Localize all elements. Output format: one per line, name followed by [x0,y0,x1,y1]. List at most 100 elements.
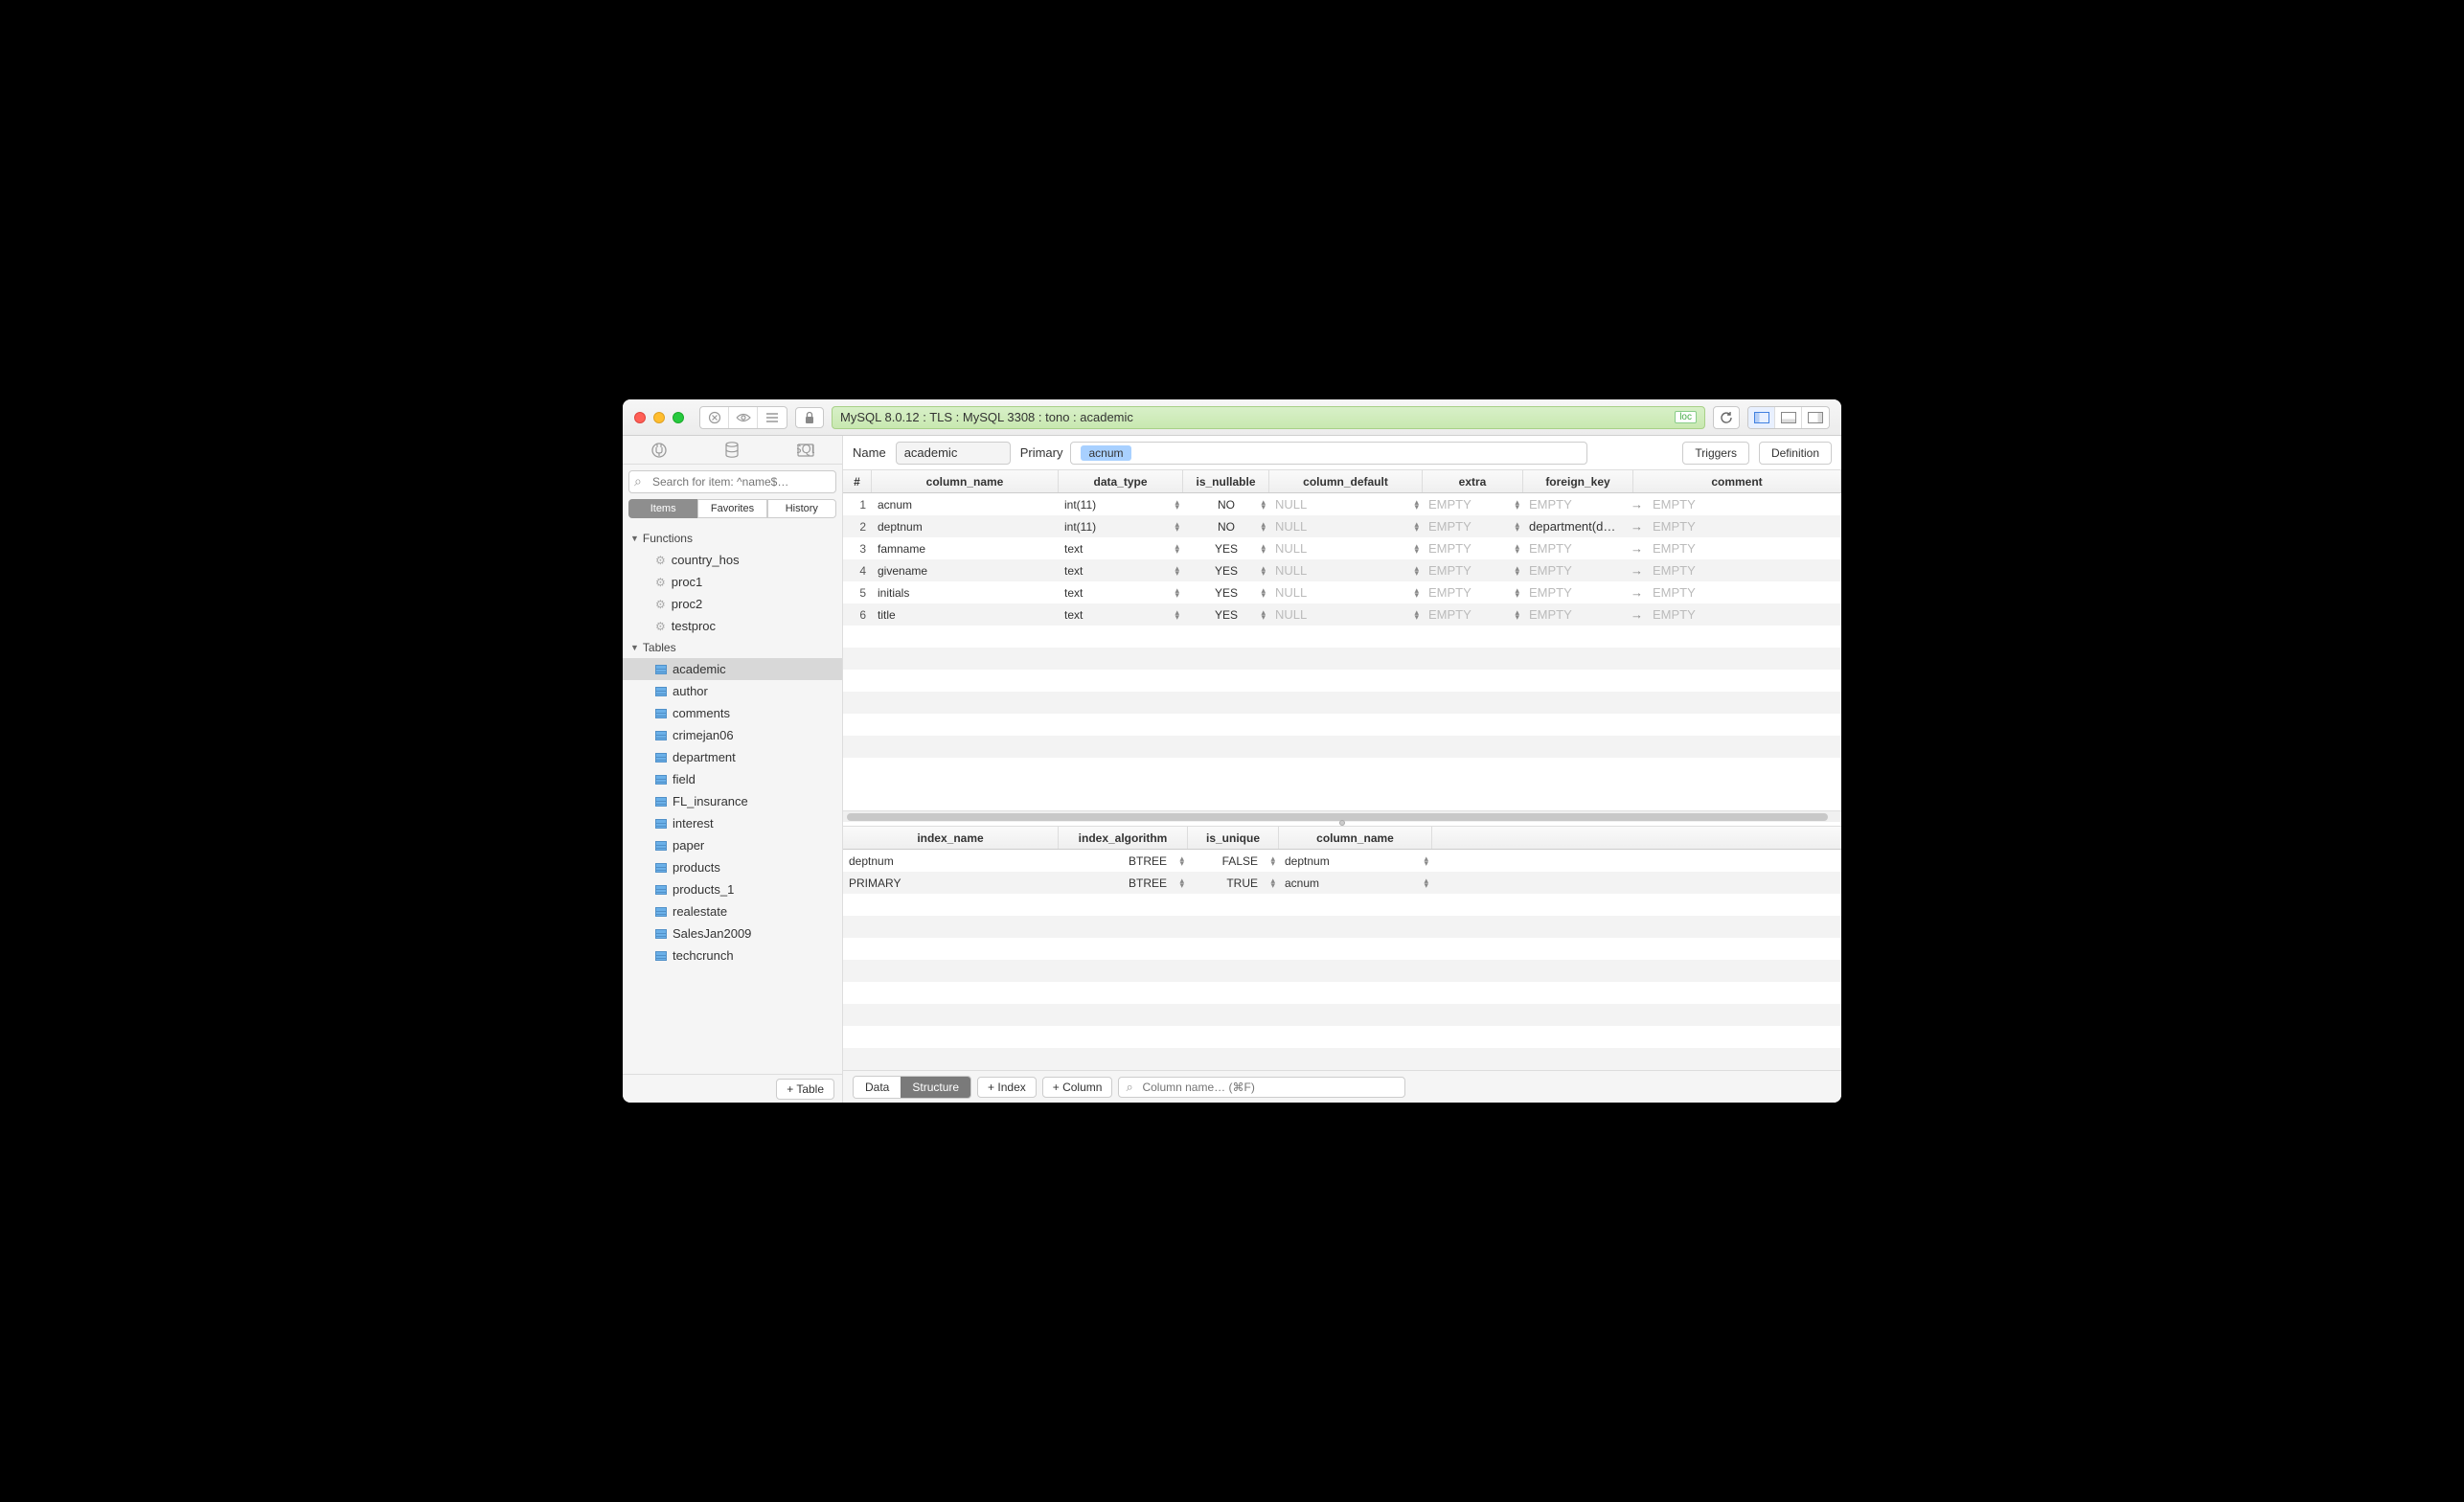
col-index-column[interactable]: column_name [1279,827,1432,849]
cell-default[interactable]: NULL▴▾ [1269,603,1423,626]
cell-column-name[interactable]: givename [872,559,1059,581]
col-comment[interactable]: comment [1633,470,1841,492]
tree-group[interactable]: Functions [623,528,842,549]
index-row[interactable]: PRIMARYBTREE▴▾TRUE▴▾acnum▴▾ [843,872,1841,894]
cell-comment[interactable]: EMPTY [1633,537,1841,559]
cell-column-name[interactable]: acnum [872,493,1059,515]
tree-item[interactable]: field [623,768,842,790]
cell-comment[interactable]: EMPTY [1633,603,1841,626]
cell-foreign-key[interactable]: EMPTY→ [1523,559,1633,581]
cell-is-unique[interactable]: TRUE▴▾ [1188,872,1279,894]
index-row[interactable]: deptnumBTREE▴▾FALSE▴▾deptnum▴▾ [843,850,1841,872]
cell-column-name[interactable]: deptnum [872,515,1059,537]
cell-data-type[interactable]: text▴▾ [1059,603,1183,626]
cell-default[interactable]: NULL▴▾ [1269,559,1423,581]
tree-item[interactable]: department [623,746,842,768]
cell-extra[interactable]: EMPTY▴▾ [1423,515,1523,537]
cell-nullable[interactable]: YES▴▾ [1183,559,1269,581]
cell-extra[interactable]: EMPTY▴▾ [1423,581,1523,603]
cell-default[interactable]: NULL▴▾ [1269,493,1423,515]
cell-data-type[interactable]: int(11)▴▾ [1059,493,1183,515]
column-search-input[interactable] [1118,1077,1405,1098]
tree-item[interactable]: testproc [623,615,842,637]
column-row[interactable]: 6titletext▴▾YES▴▾NULL▴▾EMPTY▴▾EMPTY→EMPT… [843,603,1841,626]
list-icon[interactable] [758,407,787,428]
cell-nullable[interactable]: YES▴▾ [1183,603,1269,626]
tree-item[interactable]: interest [623,812,842,834]
table-name-field[interactable]: academic [896,442,1011,465]
cell-extra[interactable]: EMPTY▴▾ [1423,493,1523,515]
add-index-button[interactable]: + Index [977,1077,1037,1098]
cell-extra[interactable]: EMPTY▴▾ [1423,559,1523,581]
col-index-name[interactable]: index_name [843,827,1059,849]
cell-data-type[interactable]: text▴▾ [1059,537,1183,559]
add-table-button[interactable]: + Table [776,1079,834,1100]
cell-is-unique[interactable]: FALSE▴▾ [1188,850,1279,872]
zoom-window-button[interactable] [673,412,684,423]
eye-icon[interactable] [729,407,758,428]
col-column-default[interactable]: column_default [1269,470,1423,492]
tree-item[interactable]: SalesJan2009 [623,922,842,944]
col-is-nullable[interactable]: is_nullable [1183,470,1269,492]
cell-index-column[interactable]: acnum▴▾ [1279,872,1432,894]
filter-items[interactable]: Items [628,499,697,518]
cell-data-type[interactable]: int(11)▴▾ [1059,515,1183,537]
cell-extra[interactable]: EMPTY▴▾ [1423,537,1523,559]
tree-item[interactable]: academic [623,658,842,680]
cell-nullable[interactable]: NO▴▾ [1183,515,1269,537]
tree-item[interactable]: realestate [623,900,842,922]
col-is-unique[interactable]: is_unique [1188,827,1279,849]
column-row[interactable]: 4givenametext▴▾YES▴▾NULL▴▾EMPTY▴▾EMPTY→E… [843,559,1841,581]
tab-structure[interactable]: Structure [901,1077,970,1098]
column-row[interactable]: 2deptnumint(11)▴▾NO▴▾NULL▴▾EMPTY▴▾depart… [843,515,1841,537]
primary-key-field[interactable]: acnum [1070,442,1587,465]
col-hash[interactable]: # [843,470,872,492]
triggers-button[interactable]: Triggers [1682,442,1749,465]
cell-comment[interactable]: EMPTY [1633,559,1841,581]
cell-default[interactable]: NULL▴▾ [1269,515,1423,537]
tab-data[interactable]: Data [854,1077,901,1098]
col-column-name[interactable]: column_name [872,470,1059,492]
cell-nullable[interactable]: YES▴▾ [1183,581,1269,603]
cell-data-type[interactable]: text▴▾ [1059,559,1183,581]
tree-item[interactable]: techcrunch [623,944,842,967]
cell-column-name[interactable]: famname [872,537,1059,559]
refresh-button[interactable] [1713,406,1740,429]
col-index-algorithm[interactable]: index_algorithm [1059,827,1188,849]
sidebar-search-input[interactable] [628,470,836,493]
tree-item[interactable]: comments [623,702,842,724]
cell-column-name[interactable]: title [872,603,1059,626]
plug-icon[interactable] [648,439,671,462]
tree-item[interactable]: products_1 [623,878,842,900]
tree-item[interactable]: country_hos [623,549,842,571]
minimize-window-button[interactable] [653,412,665,423]
filter-history[interactable]: History [767,499,836,518]
cell-index-name[interactable]: deptnum [843,850,1059,872]
column-row[interactable]: 1acnumint(11)▴▾NO▴▾NULL▴▾EMPTY▴▾EMPTY→EM… [843,493,1841,515]
filter-favorites[interactable]: Favorites [697,499,766,518]
cell-index-column[interactable]: deptnum▴▾ [1279,850,1432,872]
cell-index-name[interactable]: PRIMARY [843,872,1059,894]
cell-foreign-key[interactable]: EMPTY→ [1523,493,1633,515]
tree-item[interactable]: proc2 [623,593,842,615]
cell-index-algorithm[interactable]: BTREE▴▾ [1059,850,1188,872]
add-column-button[interactable]: + Column [1042,1077,1113,1098]
tree-item[interactable]: proc1 [623,571,842,593]
cell-foreign-key[interactable]: department(d…→ [1523,515,1633,537]
lock-icon[interactable] [795,407,824,428]
tree-item[interactable]: author [623,680,842,702]
column-row[interactable]: 3famnametext▴▾YES▴▾NULL▴▾EMPTY▴▾EMPTY→EM… [843,537,1841,559]
cancel-icon[interactable] [700,407,729,428]
cell-data-type[interactable]: text▴▾ [1059,581,1183,603]
tree-group[interactable]: Tables [623,637,842,658]
close-window-button[interactable] [634,412,646,423]
cell-index-algorithm[interactable]: BTREE▴▾ [1059,872,1188,894]
cell-column-name[interactable]: initials [872,581,1059,603]
cell-foreign-key[interactable]: EMPTY→ [1523,603,1633,626]
col-extra[interactable]: extra [1423,470,1523,492]
tree-item[interactable]: products [623,856,842,878]
cell-comment[interactable]: EMPTY [1633,493,1841,515]
cell-foreign-key[interactable]: EMPTY→ [1523,581,1633,603]
cell-comment[interactable]: EMPTY [1633,515,1841,537]
col-foreign-key[interactable]: foreign_key [1523,470,1633,492]
